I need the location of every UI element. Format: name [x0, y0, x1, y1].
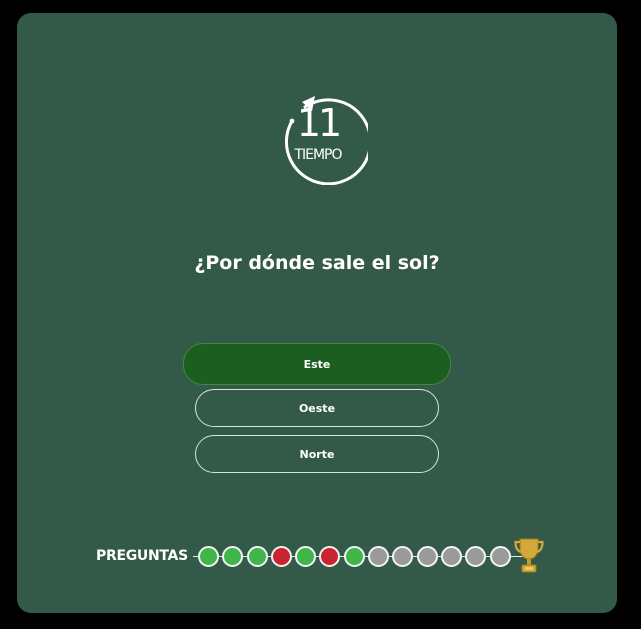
progress-dot-6-wrong [319, 546, 341, 567]
progress-dot-4-wrong [270, 546, 292, 567]
progress-dot-10-pending [416, 546, 438, 567]
progress-dot-11-pending [440, 546, 462, 567]
progress-dots [198, 546, 511, 567]
progress-dot-2-correct [222, 546, 244, 567]
timer-value: 11 [296, 101, 342, 145]
progress-dot-7-correct [343, 546, 365, 567]
question-text: ¿Por dónde sale el sol? [194, 252, 440, 274]
answer-button-norte[interactable]: Norte [195, 435, 439, 473]
timer-label: TIEMPO [294, 147, 342, 163]
answer-button-este[interactable]: Este [183, 343, 451, 385]
progress-label: PREGUNTAS [96, 548, 188, 564]
answer-button-oeste[interactable]: Oeste [195, 389, 439, 427]
progress-dot-8-pending [368, 546, 390, 567]
game-card: 11 TIEMPO ¿Por dónde sale el sol? Este O… [17, 13, 617, 613]
progress-dot-3-correct [246, 546, 268, 567]
progress-dot-13-pending [489, 546, 511, 567]
timer: 11 TIEMPO [272, 89, 368, 185]
progress-dot-9-pending [392, 546, 414, 567]
progress-dot-5-correct [295, 546, 317, 567]
progress-dot-12-pending [465, 546, 487, 567]
trophy-icon [514, 538, 544, 573]
progress-dot-1-correct [198, 546, 219, 567]
